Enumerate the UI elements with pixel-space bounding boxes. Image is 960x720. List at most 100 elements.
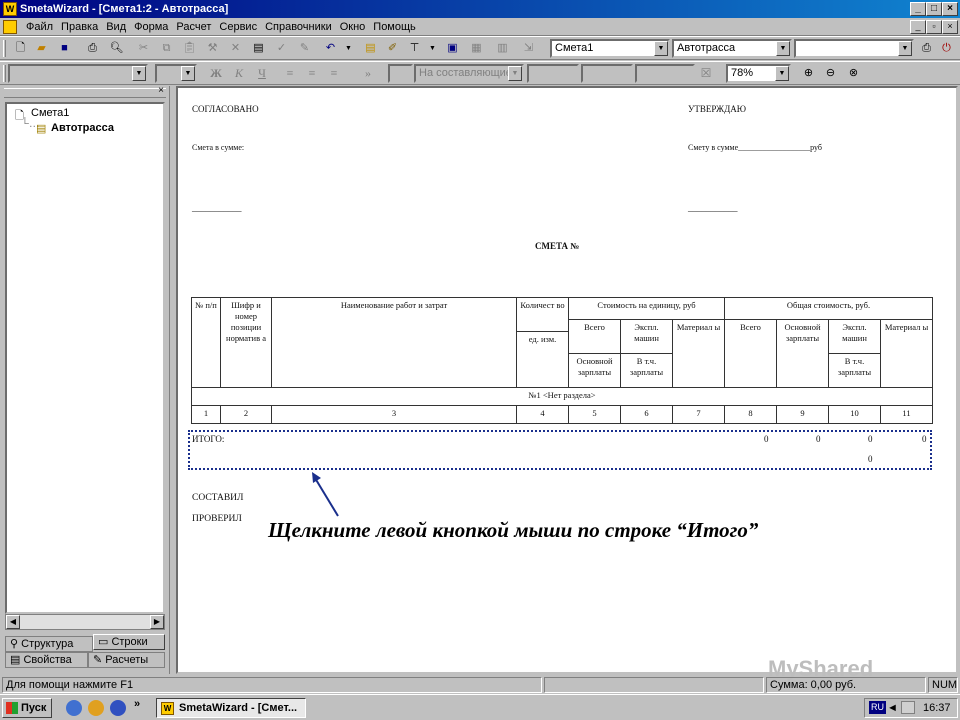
numbering-dropdown-icon[interactable]: ▼ [424,40,441,57]
close-button[interactable]: × [942,2,958,16]
doc-close-button[interactable]: × [942,20,958,34]
list-icon[interactable]: ▤ [362,40,379,57]
toolbar-grip[interactable] [3,40,6,57]
copy-icon[interactable]: ⧉ [158,40,175,57]
new-icon[interactable]: 🗋 [12,40,29,57]
menu-window[interactable]: Окно [336,18,370,36]
tab-structure[interactable]: ⚲ Структура [5,636,93,652]
chevron-down-icon[interactable]: ▼ [898,41,912,56]
blank-field-2[interactable] [581,64,633,83]
ie-icon[interactable] [66,700,82,716]
scroll-left-icon[interactable]: ◀ [6,615,20,629]
zoom-box-icon[interactable]: ☒ [696,65,716,82]
blank-field-3[interactable] [635,64,695,83]
scroll-right-icon[interactable]: ▶ [150,615,164,629]
undo-dropdown-icon[interactable]: ▼ [340,40,357,57]
chevron-down-icon[interactable]: ▼ [654,41,668,56]
tab-rows[interactable]: ▭ Строки [93,634,165,650]
paste-icon[interactable]: 📋︎ [181,40,198,57]
chevron-down-icon[interactable]: ▼ [775,66,789,81]
minimize-button[interactable]: _ [910,2,926,16]
object-select[interactable]: Автотрасса ▼ [672,39,792,58]
header-materials-2: Материал ы [880,319,933,388]
align-left-icon[interactable]: ≡ [280,65,300,82]
language-indicator[interactable]: RU [869,701,886,714]
exit-icon[interactable]: ⏻ [938,40,955,57]
document-view[interactable]: СОГЛАСОВАНО УТВЕРЖДАЮ Смета в сумме: Сме… [176,86,958,674]
print-icon[interactable]: ⎙ [84,40,101,57]
menu-edit[interactable]: Правка [57,18,102,36]
small-select[interactable] [388,64,413,83]
menu-calc[interactable]: Расчет [172,18,215,36]
document-icon[interactable] [3,20,17,34]
format-icon[interactable]: ⚒ [204,40,221,57]
undo-icon[interactable]: ↶ [322,40,339,57]
task-smetawizard[interactable]: W SmetaWizard - [Смет... [156,698,306,718]
menu-references[interactable]: Справочники [261,18,336,36]
tree-hscrollbar[interactable]: ◀ ▶ [5,614,165,630]
italic-button[interactable]: К [229,65,249,82]
underline-button[interactable]: Ч [252,65,272,82]
composing-select[interactable]: На составляющие ▼ [414,64,524,83]
chevron-down-icon[interactable]: ▼ [776,41,790,56]
export-icon[interactable]: ⇲ [520,40,537,57]
toolbar-grip[interactable] [3,65,6,82]
browser-icon[interactable] [110,700,126,716]
estimate-select[interactable]: Смета1 ▼ [550,39,670,58]
third-select[interactable]: ▼ [794,39,914,58]
header-code: Шифр и номер позиции норматив а [220,297,272,388]
menu-help[interactable]: Помощь [369,18,420,36]
print-setup-icon[interactable]: ⎙ [918,40,935,57]
preview-icon[interactable]: 🔍︎ [108,40,125,57]
zoom-out-icon[interactable]: ⊖ [822,65,839,82]
grid-icon[interactable]: ▦ [468,40,485,57]
numbering-icon[interactable]: ⊤ [406,40,423,57]
menu-file[interactable]: Файл [22,18,57,36]
window-titlebar[interactable]: W SmetaWizard - [Смета1:2 - Автотрасса] … [0,0,960,18]
maximize-button[interactable]: □ [926,2,942,16]
down-arrows-icon[interactable]: » [358,65,378,82]
doc-restore-button[interactable]: ▫ [926,20,942,34]
tab-calculations[interactable]: ✎ Расчеты [88,652,165,668]
app-icon[interactable]: W [3,2,17,16]
header-qty: Количест во [516,297,569,332]
align-center-icon[interactable]: ≡ [302,65,322,82]
zoom-in-icon[interactable]: ⊕ [800,65,817,82]
delete-icon[interactable]: ✕ [227,40,244,57]
clock[interactable]: 16:37 [923,699,951,717]
pencil-icon[interactable]: ✎ [296,40,313,57]
cut-icon[interactable]: ✂ [135,40,152,57]
chevron-down-icon[interactable]: ▼ [132,66,146,81]
network-icon[interactable] [901,701,915,714]
check-icon[interactable]: ✓ [273,40,290,57]
zoom-select[interactable]: 78% ▼ [726,64,791,83]
bold-button[interactable]: Ж [206,65,226,82]
tree-child[interactable]: Автотрасса [51,122,114,134]
blank-field-1[interactable] [527,64,579,83]
font-select[interactable]: ▼ [8,64,148,83]
menu-view[interactable]: Вид [102,18,130,36]
start-button[interactable]: Пуск [2,698,52,718]
rows-icon: ▭ [98,636,112,648]
table-icon[interactable]: ▥ [494,40,511,57]
size-select[interactable]: ▼ [155,64,197,83]
tab-properties[interactable]: ▤ Свойства [5,652,88,668]
outlook-icon[interactable] [88,700,104,716]
menu-service[interactable]: Сервис [215,18,261,36]
insert-icon[interactable]: ▤ [250,40,267,57]
window-icon[interactable]: ▣ [444,40,461,57]
open-icon[interactable]: ▰ [33,40,50,57]
brush-icon[interactable]: ✐ [384,40,401,57]
estimate-tree[interactable]: 🗋 Смета1 └… ▤ Автотрасса [5,102,165,614]
chevron-down-icon[interactable]: ▼ [181,66,195,81]
panel-close-icon[interactable]: × [158,85,164,96]
more-icon[interactable]: » [134,698,140,710]
align-right-icon[interactable]: ≡ [324,65,344,82]
zoom-fit-icon[interactable]: ⊗ [845,65,862,82]
chevron-down-icon[interactable]: ▼ [508,66,522,81]
doc-minimize-button[interactable]: _ [910,20,926,34]
save-icon[interactable]: ■ [56,40,73,57]
menu-form[interactable]: Форма [130,18,172,36]
header-all-2: Всего [724,319,777,388]
volume-icon[interactable]: ◄ [887,699,898,717]
